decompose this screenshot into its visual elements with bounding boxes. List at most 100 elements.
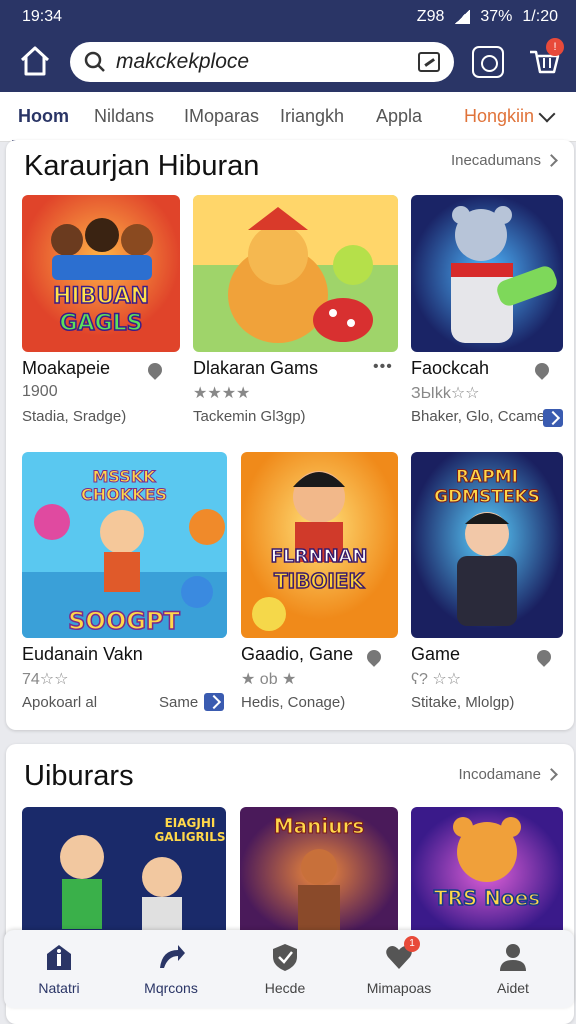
status-icons-text: Z98 [416,8,445,25]
category-tabs: Hoom Nildans IMoparas Iriangkh Appla Hon… [0,92,576,143]
game-meta: 1900 [22,383,58,400]
nav-aidet[interactable]: Aidet [458,942,568,996]
nav-mqrcons[interactable]: Mqrcons [116,942,226,996]
arrow-icon [156,942,186,972]
game-category: Bhaker, Glo, Ccame [411,408,546,425]
game-tile[interactable]: EIAGJHI GALIGRILS [22,807,226,937]
section-entertainment: Karaurjan Hiburan Inecadumans HIBUAN GAG… [6,140,574,730]
game-tile[interactable]: MSSKK CHOKKES SOOGPT Eudanain Vakn 74☆☆ … [22,452,227,722]
status-right: Z98 37% 1/:20 [417,8,558,26]
search-icon [84,51,105,72]
svg-text:SOOGPT: SOOGPT [68,607,180,635]
game-name: Eudanain Vakn [22,644,143,664]
game-category: Tackemin Gl3gp) [193,408,306,425]
game-name: Gaadio, Gane [241,644,354,664]
tab-appla[interactable]: Appla [376,106,422,127]
shield-icon [270,942,300,972]
game-category: Apokoarl al [22,694,98,711]
signal-icon [454,10,471,24]
svg-text:Maniurs: Maniurs [274,814,365,838]
game-thumbnail [411,195,563,352]
svg-text:GDMSTEKS: GDMSTEKS [434,487,540,507]
battery-text: 37% [480,8,513,25]
section-see-all-link[interactable]: Incodamane [458,766,558,783]
svg-text:TIBOIEK: TIBOIEK [274,569,365,593]
section-title: Uiburars [24,760,134,792]
game-tile[interactable]: HIBUAN GAGLS Moakapeie 1900 Stadia, Srad… [22,195,180,435]
bottom-navigation: Natatri Mqrcons Hecde 1 Mimapoas Aidet [4,930,574,1008]
game-thumbnail: EIAGJHI GALIGRILS [22,807,226,937]
game-name: Game [411,644,461,664]
game-thumbnail: MSSKK CHOKKES SOOGPT [22,452,227,638]
favorite-icon[interactable] [534,647,554,667]
game-rating: 74☆☆ [22,671,69,688]
nav-label: Mimapoas [366,980,432,996]
favorite-icon[interactable] [145,360,165,380]
cart-badge: ! [546,38,564,56]
game-rating: ★ ob ★ [241,671,297,688]
see-all-label: Incodamane [458,766,541,783]
cart-button[interactable]: ! [526,38,564,80]
tab-nildans[interactable]: Nildans [94,106,154,127]
svg-text:MSSKK: MSSKK [92,467,156,486]
status-clock: 1/:20 [522,8,558,25]
share-icon[interactable] [204,693,224,711]
game-thumbnail: Maniurs [240,807,398,937]
camera-icon[interactable] [472,46,504,78]
search-bar[interactable]: makckekploce [70,42,454,82]
game-rating: ЗЫkk☆☆ [411,385,480,402]
app-bar: 19:34 Z98 37% 1/:20 makckekploce ! [0,0,576,92]
svg-text:HIBUAN: HIBUAN [53,284,149,309]
nav-mimapoas[interactable]: 1 Mimapoas [344,936,454,996]
info-icon [44,942,74,972]
chevron-right-icon [545,154,558,167]
svg-text:RAPMI: RAPMI [456,467,518,487]
svg-text:FLRNNAN: FLRNNAN [271,546,368,567]
game-category-extra: Same [159,694,199,711]
nav-natatri[interactable]: Natatri [4,942,114,996]
search-input[interactable]: makckekploce [116,50,418,74]
game-thumbnail: HIBUAN GAGLS [22,195,180,352]
svg-text:CHOKKES: CHOKKES [81,485,167,504]
svg-text:GAGLS: GAGLS [59,311,142,336]
section-see-all-link[interactable]: Inecadumans [450,152,558,169]
share-icon[interactable] [543,409,563,427]
tab-iriangkh[interactable]: Iriangkh [280,106,344,127]
game-tile[interactable]: RAPMI GDMSTEKS Game ʕ? ☆☆ Stitake, Mlolg… [411,452,563,722]
game-category: Stitake, Mlolgp) [411,694,515,711]
edit-icon[interactable] [418,52,440,72]
game-name: Dlakaran Gams [193,358,319,378]
svg-text:EIAGJHI: EIAGJHI [165,816,216,830]
game-rating: ʕ? ☆☆ [411,671,462,688]
game-tile[interactable]: TRS Noes [411,807,563,937]
game-tile[interactable]: Dlakaran Gams ★★★★ Tackemin Gl3gp) ••• [193,195,398,435]
game-name: Faockcah [411,358,490,378]
chevron-right-icon [545,768,558,781]
more-icon[interactable]: ••• [373,358,393,376]
game-category: Hedis, Conage) [241,694,346,711]
nav-label: Natatri [38,980,80,996]
person-icon [498,942,528,972]
notification-badge: 1 [404,936,420,952]
game-thumbnail: TRS Noes [411,807,563,937]
tab-hoom[interactable]: Hoom [12,106,75,143]
see-all-label: Inecadumans [450,152,541,169]
favorite-icon[interactable] [532,360,552,380]
game-thumbnail [193,195,398,352]
nav-hecde[interactable]: Hecde [230,942,340,996]
nav-label: Aidet [497,980,529,996]
home-icon[interactable] [18,44,52,78]
tab-hongkiin[interactable]: Hongkiin [464,106,534,127]
game-thumbnail: FLRNNAN TIBOIEK [241,452,398,638]
favorite-icon[interactable] [364,647,384,667]
status-bar: 19:34 Z98 37% 1/:20 [22,6,558,28]
game-name: Moakapeie [22,358,111,378]
svg-text:GALIGRILS: GALIGRILS [154,830,225,844]
game-tile[interactable]: Faockcah ЗЫkk☆☆ Bhaker, Glo, Ccame [411,195,563,435]
game-tile[interactable]: FLRNNAN TIBOIEK Gaadio, Gane ★ ob ★ Hedi… [241,452,398,722]
svg-text:TRS Noes: TRS Noes [434,886,540,910]
game-tile[interactable]: Maniurs [240,807,398,937]
game-rating: ★★★★ [193,385,251,402]
section-title: Karaurjan Hiburan [24,150,260,182]
tab-imoparas[interactable]: IMoparas [184,106,259,127]
